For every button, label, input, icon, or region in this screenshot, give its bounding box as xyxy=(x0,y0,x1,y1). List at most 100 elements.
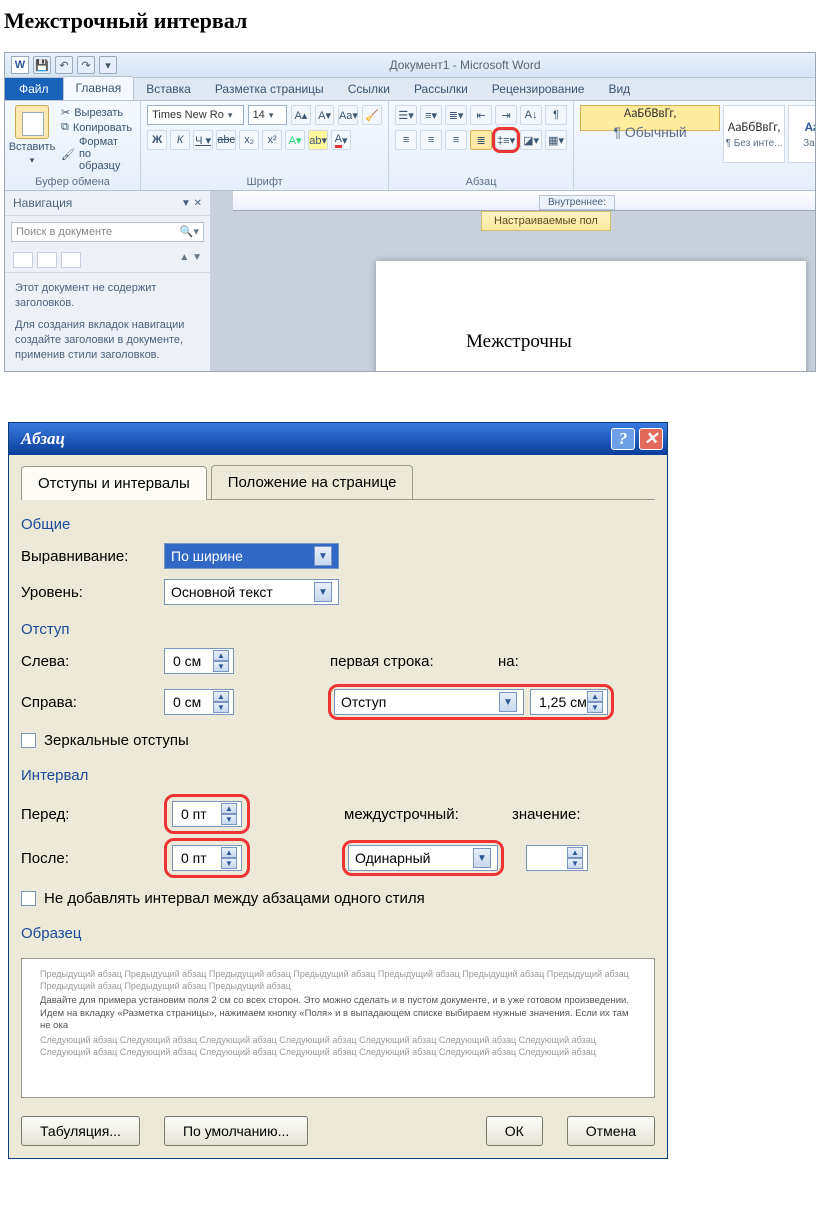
increase-indent-button[interactable]: ⇥ xyxy=(495,105,517,125)
qat-save-button[interactable]: 💾 xyxy=(33,56,51,74)
ok-button[interactable]: ОК xyxy=(486,1116,543,1146)
subscript-button[interactable]: x₂ xyxy=(239,130,259,150)
tab-mailings[interactable]: Рассылки xyxy=(402,78,480,100)
line-spacing-value-spinner[interactable]: ▲▼ xyxy=(526,845,588,871)
tabs-button[interactable]: Табуляция... xyxy=(21,1116,140,1146)
style-no-spacing[interactable]: АаБбВвГг,¶ Без инте... xyxy=(723,105,785,163)
outline-level-select[interactable]: Основной текст▼ xyxy=(164,579,339,605)
section-general: Общие xyxy=(21,516,655,533)
shrink-font-button[interactable]: A▾ xyxy=(315,105,335,125)
clipboard-label: Буфер обмена xyxy=(11,176,134,188)
style-heading[interactable]: АаБбЗаголо xyxy=(788,105,816,163)
custom-margins-button[interactable]: Настраиваемые пол xyxy=(481,211,611,231)
alignment-label: Выравнивание: xyxy=(21,548,156,565)
tab-indents-spacing[interactable]: Отступы и интервалы xyxy=(21,466,207,500)
cancel-button[interactable]: Отмена xyxy=(567,1116,655,1146)
italic-button[interactable]: К xyxy=(170,130,190,150)
section-spacing: Интервал xyxy=(21,767,655,784)
page-heading: Межстрочный интервал xyxy=(4,8,816,34)
change-case-button[interactable]: Aa▾ xyxy=(338,105,358,125)
highlight-button[interactable]: ab▾ xyxy=(308,130,328,150)
group-font: Times New Ro▾ 14▾ A▴ A▾ Aa▾ 🧹 Ж К Ч ▾ ab… xyxy=(141,101,389,190)
nav-tab-headings[interactable] xyxy=(13,252,33,268)
dialog-titlebar: Абзац ? ✕ xyxy=(9,423,667,455)
group-clipboard: Вставить▾ ✂Вырезать ⧉Копировать 🖌Формат … xyxy=(5,101,141,190)
first-line-select[interactable]: Отступ▼ xyxy=(334,689,524,715)
group-paragraph: ☰▾ ≡▾ ≣▾ ⇤ ⇥ A↓ ¶ ≡ ≡ ≡ ≣ ‡≡▾ ◪▾ ▦▾ xyxy=(389,101,574,190)
line-spacing-button[interactable]: ‡≡▾ xyxy=(495,130,517,150)
preview-current-paragraph: Давайте для примера установим поля 2 см … xyxy=(40,995,636,1032)
font-color-button[interactable]: A▾ xyxy=(331,130,351,150)
line-spacing-select[interactable]: Одинарный▼ xyxy=(348,845,498,871)
alignment-select[interactable]: По ширине▼ xyxy=(164,543,339,569)
copy-button[interactable]: ⧉Копировать xyxy=(59,120,134,135)
file-tab[interactable]: Файл xyxy=(5,78,63,100)
set-default-button[interactable]: По умолчанию... xyxy=(164,1116,308,1146)
bold-button[interactable]: Ж xyxy=(147,130,167,150)
nav-dropdown-icon[interactable]: ▼ ✕ xyxy=(181,198,202,209)
nav-tab-results[interactable] xyxy=(61,252,81,268)
nav-search-input[interactable]: Поиск в документе🔍▾ xyxy=(11,222,204,242)
dialog-help-button[interactable]: ? xyxy=(611,428,635,450)
numbering-button[interactable]: ≡▾ xyxy=(420,105,442,125)
by-label: на: xyxy=(498,653,548,670)
dialog-close-button[interactable]: ✕ xyxy=(639,428,663,450)
tab-view[interactable]: Вид xyxy=(596,78,642,100)
align-center-button[interactable]: ≡ xyxy=(420,130,442,150)
borders-button[interactable]: ▦▾ xyxy=(545,130,567,150)
mirror-indents-checkbox[interactable]: Зеркальные отступы xyxy=(21,732,189,749)
tab-review[interactable]: Рецензирование xyxy=(480,78,597,100)
clear-formatting-button[interactable]: 🧹 xyxy=(362,105,382,125)
document-page[interactable]: Межстрочны xyxy=(376,261,806,372)
bullets-button[interactable]: ☰▾ xyxy=(395,105,417,125)
text-effects-button[interactable]: A▾ xyxy=(285,130,305,150)
tab-insert[interactable]: Вставка xyxy=(134,78,203,100)
tab-page-layout[interactable]: Разметка страницы xyxy=(203,78,336,100)
multilevel-button[interactable]: ≣▾ xyxy=(445,105,467,125)
decrease-indent-button[interactable]: ⇤ xyxy=(470,105,492,125)
align-right-button[interactable]: ≡ xyxy=(445,130,467,150)
tab-line-breaks[interactable]: Положение на странице xyxy=(211,465,414,499)
space-after-spinner[interactable]: 0 пт▲▼ xyxy=(172,845,242,871)
app-icon: W xyxy=(11,56,29,74)
nav-tab-pages[interactable] xyxy=(37,252,57,268)
scissors-icon: ✂ xyxy=(61,106,70,119)
sort-button[interactable]: A↓ xyxy=(520,105,542,125)
inner-margin-label: Внутреннее: xyxy=(539,195,615,210)
indent-left-spinner[interactable]: 0 см▲▼ xyxy=(164,648,234,674)
copy-icon: ⧉ xyxy=(61,121,69,134)
first-line-by-spinner[interactable]: 1,25 см▲▼ xyxy=(530,689,608,715)
style-normal[interactable]: АаБбВвГг,¶ Обычный xyxy=(580,105,720,131)
underline-button[interactable]: Ч ▾ xyxy=(193,130,213,150)
tab-references[interactable]: Ссылки xyxy=(336,78,402,100)
align-left-button[interactable]: ≡ xyxy=(395,130,417,150)
shading-button[interactable]: ◪▾ xyxy=(520,130,542,150)
show-marks-button[interactable]: ¶ xyxy=(545,105,567,125)
checkbox-icon xyxy=(21,733,36,748)
before-after-highlight: 0 пт▲▼ xyxy=(164,794,250,834)
qat-customize-button[interactable]: ▾ xyxy=(99,56,117,74)
no-space-same-style-checkbox[interactable]: Не добавлять интервал между абзацами одн… xyxy=(21,890,425,907)
nav-title: Навигация xyxy=(13,196,72,210)
nav-info-2: Для создания вкладок навигации создайте … xyxy=(5,318,210,371)
chevron-down-icon: ▼ xyxy=(314,546,332,566)
format-painter-button[interactable]: 🖌Формат по образцу xyxy=(59,135,134,173)
qat-redo-button[interactable]: ↷ xyxy=(77,56,95,74)
paste-button[interactable]: Вставить▾ xyxy=(11,105,53,173)
superscript-button[interactable]: x² xyxy=(262,130,282,150)
strikethrough-button[interactable]: abc xyxy=(216,130,236,150)
indent-left-label: Слева: xyxy=(21,653,156,670)
chevron-down-icon: ▼ xyxy=(473,848,491,868)
indent-right-spinner[interactable]: 0 см▲▼ xyxy=(164,689,234,715)
qat-undo-button[interactable]: ↶ xyxy=(55,56,73,74)
justify-button[interactable]: ≣ xyxy=(470,130,492,150)
cut-button[interactable]: ✂Вырезать xyxy=(59,105,134,120)
document-body-text: Межстрочны xyxy=(466,331,572,353)
space-before-spinner[interactable]: 0 пт▲▼ xyxy=(172,801,242,827)
nav-collapse-icon[interactable]: ▲ ▼ xyxy=(179,252,202,268)
font-name-combo[interactable]: Times New Ro▾ xyxy=(147,105,243,125)
font-size-combo[interactable]: 14▾ xyxy=(248,105,287,125)
horizontal-ruler[interactable] xyxy=(233,191,815,211)
tab-home[interactable]: Главная xyxy=(63,76,135,100)
grow-font-button[interactable]: A▴ xyxy=(291,105,311,125)
